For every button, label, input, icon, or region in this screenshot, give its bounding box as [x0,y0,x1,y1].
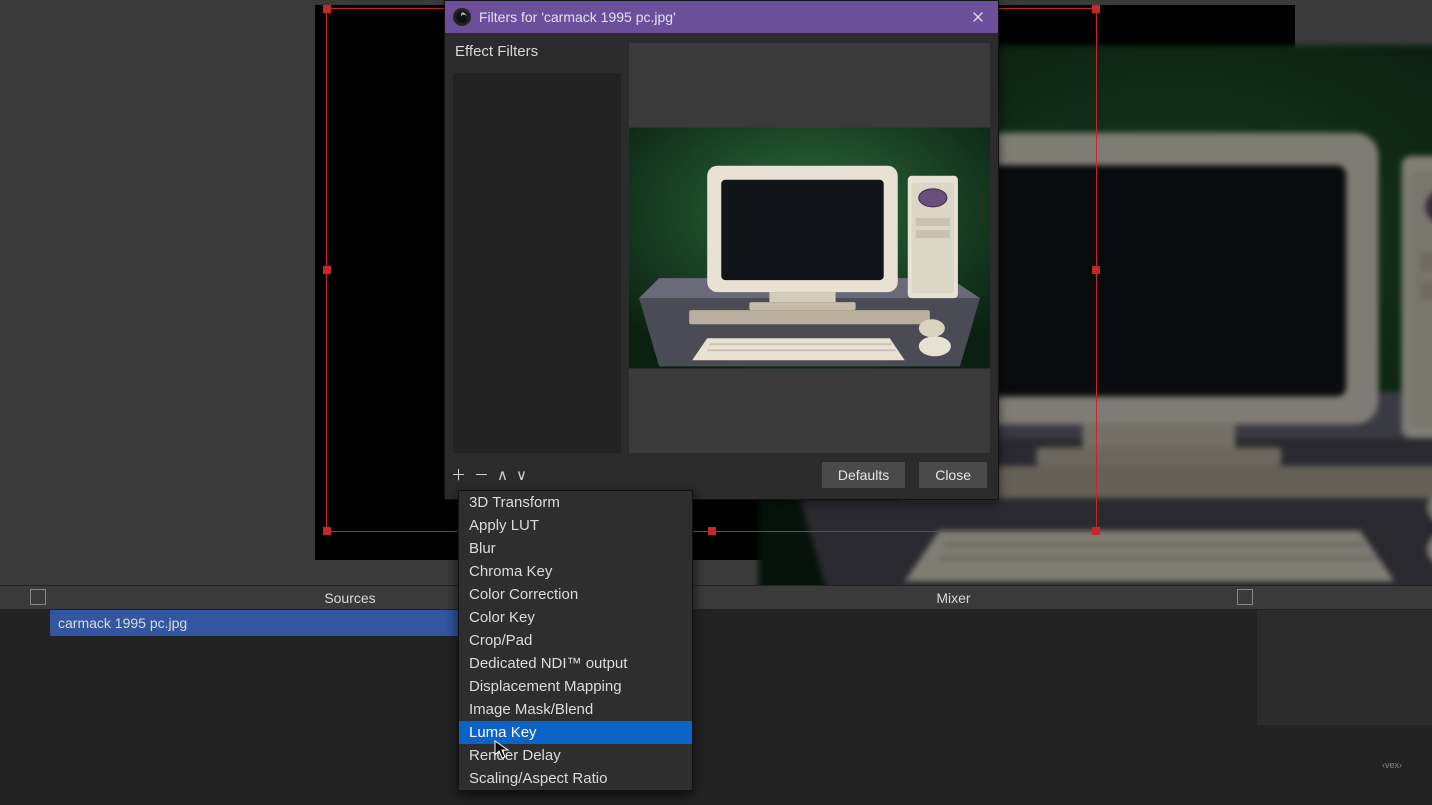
control-button[interactable] [1257,633,1432,656]
close-icon[interactable] [966,5,990,29]
effect-filters-label: Effect Filters [455,43,538,60]
filter-menu-item[interactable]: Dedicated NDI™ output [459,652,692,675]
control-button[interactable] [1257,656,1432,679]
dialog-titlebar[interactable]: Filters for 'carmack 1995 pc.jpg' [445,1,998,33]
mixer-title: Mixer [936,590,970,606]
filter-menu-item[interactable]: Displacement Mapping [459,675,692,698]
resize-handle[interactable] [708,527,716,535]
control-button[interactable] [1257,679,1432,702]
filter-menu-item[interactable]: Scaling/Aspect Ratio [459,767,692,790]
filter-menu-item[interactable]: Color Key [459,606,692,629]
filter-menu-item[interactable]: Chroma Key [459,560,692,583]
resize-handle[interactable] [323,527,331,535]
filter-menu-item[interactable]: Blur [459,537,692,560]
filter-menu-item[interactable]: Crop/Pad [459,629,692,652]
filter-list[interactable] [453,73,621,453]
watermark-badge: ‹vex› [1372,757,1412,773]
move-up-icon[interactable]: ∧ [497,468,508,483]
filter-menu-item[interactable]: 3D Transform [459,491,692,514]
filter-menu-item[interactable]: Luma Key [459,721,692,744]
resize-handle[interactable] [1092,266,1100,274]
popout-icon[interactable] [1237,589,1253,605]
filters-dialog: Filters for 'carmack 1995 pc.jpg' Effect… [444,0,999,500]
close-button[interactable]: Close [918,461,988,489]
sources-title: Sources [324,590,375,606]
filter-menu-item[interactable]: Color Correction [459,583,692,606]
filter-preview-image [629,43,990,453]
filter-preview [629,43,990,453]
filter-type-menu[interactable]: 3D TransformApply LUTBlurChroma KeyColor… [458,490,693,791]
resize-handle[interactable] [323,266,331,274]
control-button[interactable] [1257,610,1432,633]
move-down-icon[interactable]: ∨ [516,468,527,483]
mixer-dock: Mixer [650,585,1257,805]
remove-filter-icon[interactable]: － [474,468,489,483]
popout-icon[interactable] [30,589,46,605]
filter-menu-item[interactable]: Image Mask/Blend [459,698,692,721]
filter-menu-item[interactable]: Render Delay [459,744,692,767]
dialog-title: Filters for 'carmack 1995 pc.jpg' [479,9,958,25]
controls-header[interactable] [1257,586,1432,610]
scenes-header[interactable] [0,586,50,610]
control-button[interactable] [1257,702,1432,725]
resize-handle[interactable] [1092,527,1100,535]
mixer-header[interactable]: Mixer [650,586,1257,610]
obs-icon [453,8,471,26]
defaults-button[interactable]: Defaults [821,461,906,489]
add-filter-icon[interactable]: ＋ [451,468,466,483]
scenes-dock [0,585,50,805]
filter-menu-item[interactable]: Apply LUT [459,514,692,537]
